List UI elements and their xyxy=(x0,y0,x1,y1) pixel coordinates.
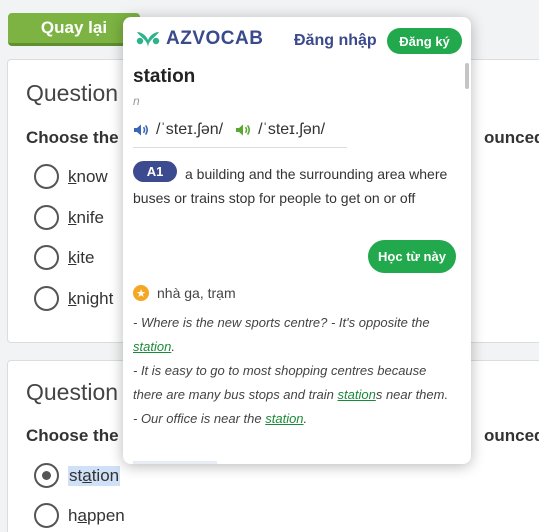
answer-option[interactable]: know xyxy=(34,164,108,189)
part-of-speech: n xyxy=(133,94,140,108)
radio-button[interactable] xyxy=(34,503,59,528)
highlighted-word[interactable]: station xyxy=(265,411,303,426)
radio-button[interactable] xyxy=(34,286,59,311)
answer-label: happen xyxy=(68,505,125,525)
answer-option[interactable]: happen xyxy=(34,503,125,528)
pronunciation-uk: /ˈsteɪ.ʃən/ xyxy=(156,121,224,138)
answer-label: knight xyxy=(68,288,114,308)
speaker-icon-uk[interactable] xyxy=(133,123,150,137)
example-sentence: - Our office is near the station. xyxy=(133,411,308,426)
underlined-letter: k xyxy=(68,166,77,186)
register-button[interactable]: Đăng ký xyxy=(387,28,462,54)
star-icon: ★ xyxy=(133,285,149,301)
radio-button-checked[interactable] xyxy=(34,463,59,488)
azvocab-logo[interactable]: AZVOCAB xyxy=(135,28,263,50)
popup-scrollbar[interactable] xyxy=(463,61,469,461)
highlighted-word[interactable]: station xyxy=(338,387,376,402)
example-sentence: - It is easy to go to most shopping cent… xyxy=(133,363,449,402)
underlined-letter: k xyxy=(68,247,77,267)
page: Quay lại Question Choose the ounced know… xyxy=(0,0,539,532)
logo-icon xyxy=(136,32,160,48)
answer-label: kite xyxy=(68,247,95,267)
logo-text: AZVOCAB xyxy=(166,28,264,49)
underlined-letter: a xyxy=(77,505,87,525)
content-fade xyxy=(133,461,217,464)
headword: station xyxy=(133,66,196,87)
question-instruction: Choose the xyxy=(26,128,119,147)
question-title: Question xyxy=(26,379,119,405)
underlined-letter: a xyxy=(82,465,92,485)
question-title: Question xyxy=(26,80,119,106)
question-instruction-end: ounced xyxy=(484,128,539,147)
question-instruction: Choose the xyxy=(26,426,119,445)
question-instruction-end: ounced xyxy=(484,426,539,445)
definition: a building and the surrounding area wher… xyxy=(133,166,448,206)
radio-button[interactable] xyxy=(34,164,59,189)
answer-label: station xyxy=(68,465,121,486)
answer-option[interactable]: kite xyxy=(34,245,94,270)
vietnamese-meaning: ★ nhà ga, trạm xyxy=(133,285,236,301)
pronunciation-row: /ˈsteɪ.ʃən/ /ˈsteɪ.ʃən/ xyxy=(133,121,347,148)
answer-option[interactable]: knight xyxy=(34,286,113,311)
example-list: - Where is the new sports centre? - It's… xyxy=(133,311,459,431)
back-button[interactable]: Quay lại xyxy=(8,13,140,46)
radio-button[interactable] xyxy=(34,245,59,270)
underlined-letter: k xyxy=(68,207,77,227)
meaning-text: nhà ga, trạm xyxy=(157,285,236,301)
underlined-letter: k xyxy=(68,288,77,308)
speaker-icon-us[interactable] xyxy=(235,123,252,137)
highlighted-word[interactable]: station xyxy=(133,339,171,354)
answer-label: know xyxy=(68,166,108,186)
pronunciation-us: /ˈsteɪ.ʃən/ xyxy=(258,121,326,138)
learn-word-button[interactable]: Học từ này xyxy=(368,240,456,273)
answer-label: knife xyxy=(68,207,104,227)
radio-button[interactable] xyxy=(34,205,59,230)
example-sentence: - Where is the new sports centre? - It's… xyxy=(133,315,430,354)
answer-option[interactable]: station xyxy=(34,463,121,488)
dictionary-popup: AZVOCAB Đăng nhập Đăng ký station n /ˈst… xyxy=(123,17,471,464)
login-link[interactable]: Đăng nhập xyxy=(294,32,377,50)
answer-option[interactable]: knife xyxy=(34,205,104,230)
scrollbar-thumb[interactable] xyxy=(465,63,469,89)
